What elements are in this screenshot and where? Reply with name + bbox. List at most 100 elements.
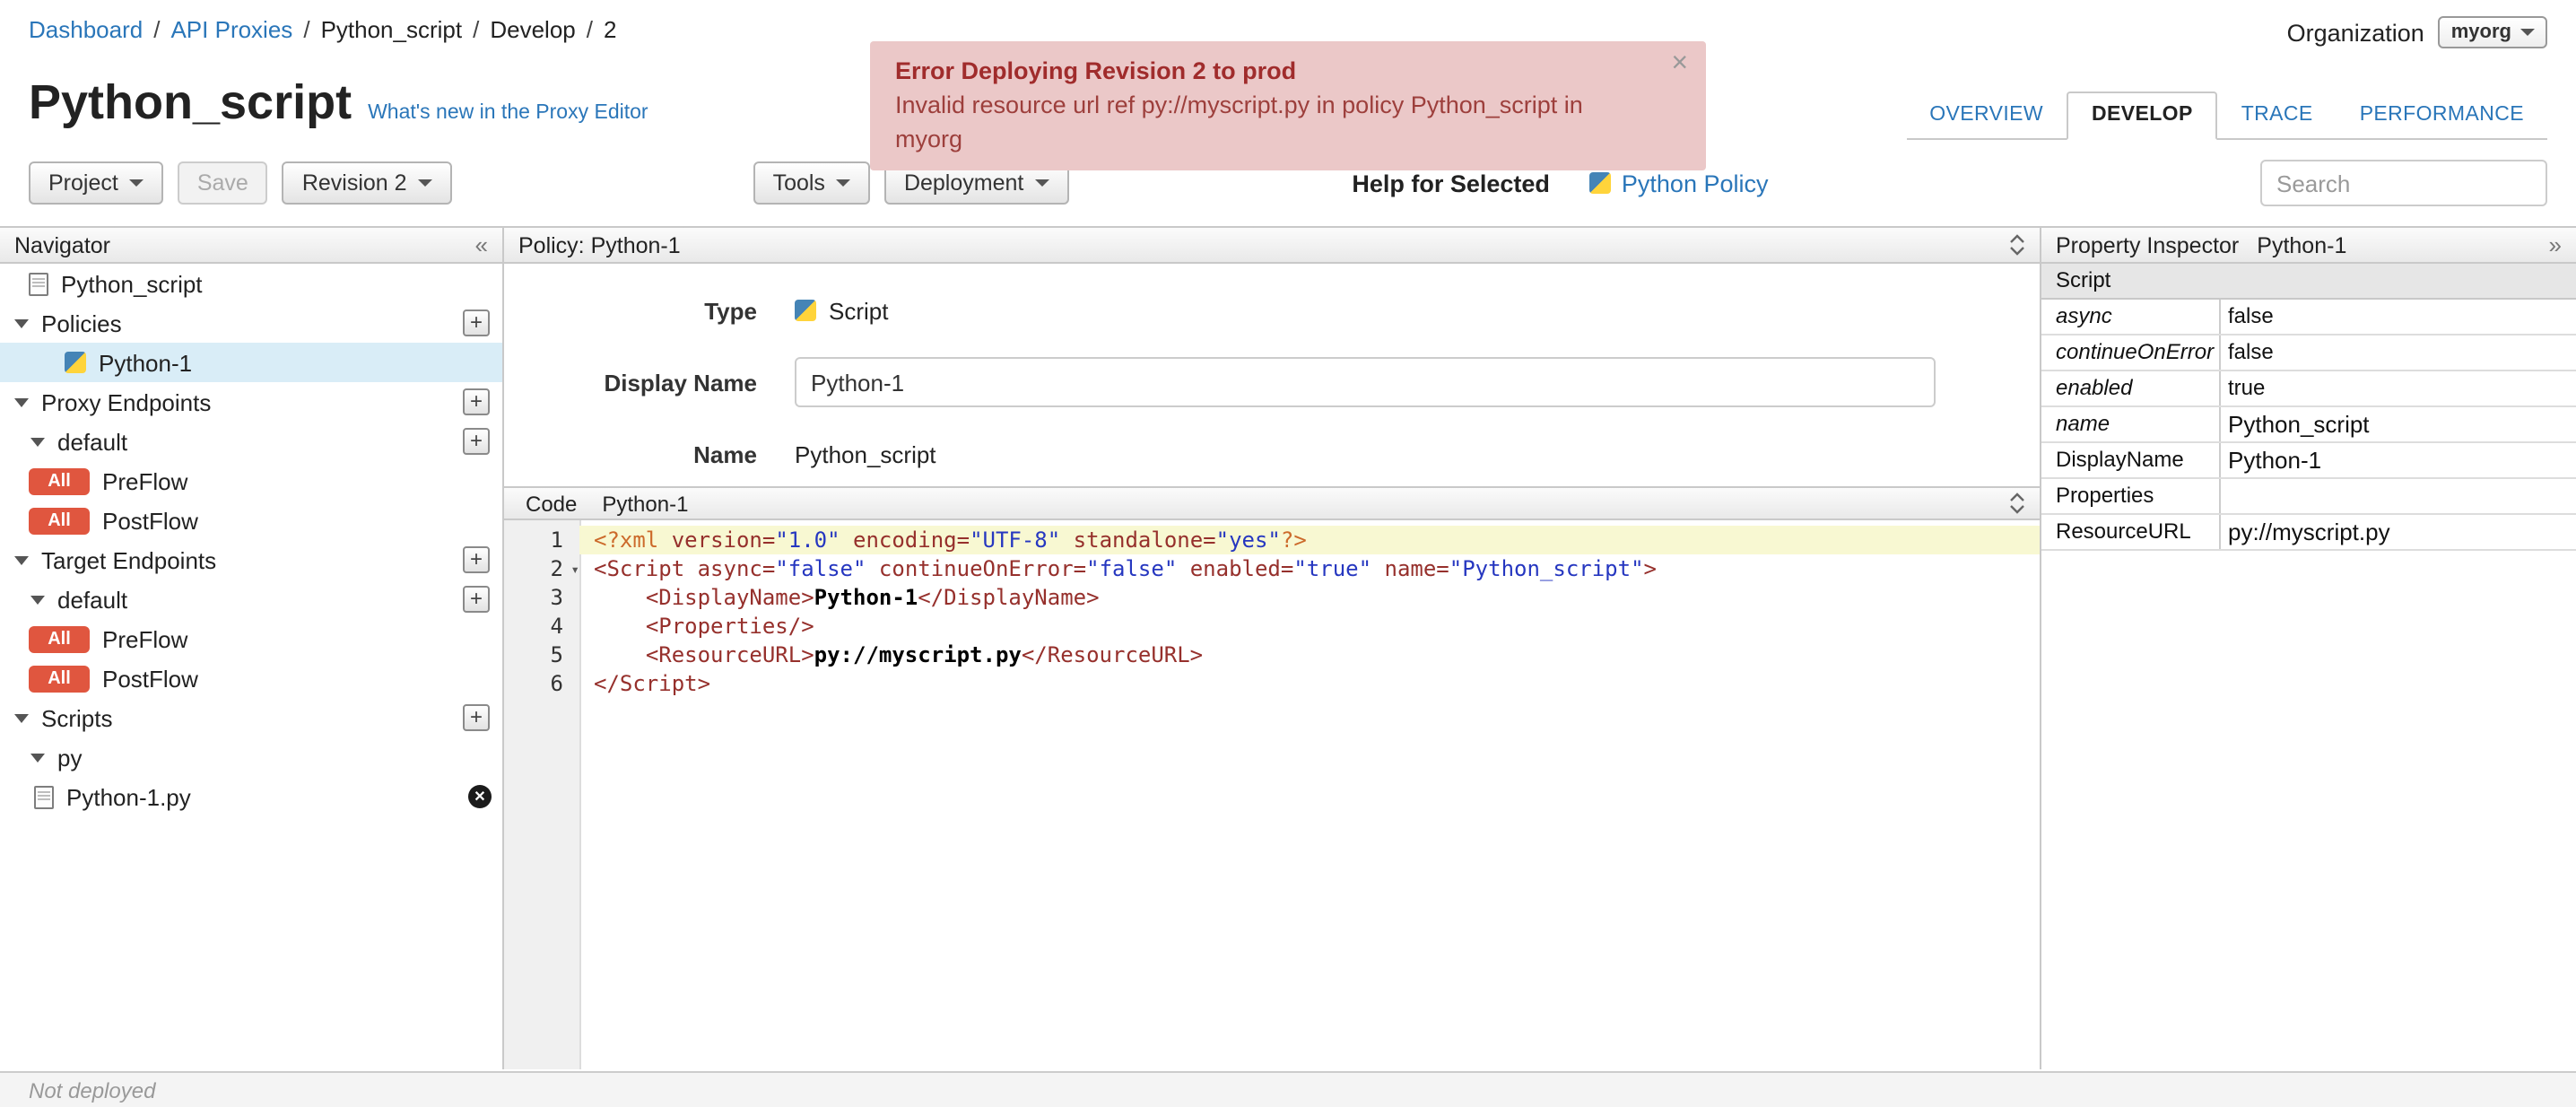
code-text: <Properties/> (645, 614, 814, 639)
property-value[interactable]: false (2221, 300, 2576, 334)
display-name-control (795, 357, 1936, 407)
collapse-left-icon[interactable]: « (475, 233, 488, 257)
property-name: async (2041, 300, 2221, 334)
tab-overview[interactable]: OVERVIEW (1906, 93, 2067, 138)
all-badge: All (29, 507, 90, 534)
tab-trace[interactable]: TRACE (2218, 93, 2337, 138)
code-line[interactable]: 3 <DisplayName>Python-1</DisplayName> (504, 583, 2040, 612)
status-bar: Not deployed (0, 1071, 2576, 1107)
code-line[interactable]: 1 <?xml version="1.0" encoding="UTF-8" st… (504, 526, 2040, 554)
deployment-label: Deployment (903, 170, 1024, 196)
add-policy-button[interactable]: + (463, 309, 490, 336)
code-line[interactable]: 5 <ResourceURL>py://myscript.py</Resourc… (504, 641, 2040, 669)
tree-item-target-default[interactable]: default + (0, 580, 502, 619)
tree-item-proxy-root[interactable]: Python_script (0, 264, 502, 303)
inspector-row-async: async false (2041, 300, 2576, 336)
breadcrumb-proxy-name: Python_script (320, 16, 463, 43)
fold-icon[interactable]: ▾ (570, 556, 579, 585)
organization-area: Organization myorg (2287, 16, 2547, 48)
code-header-label: Code (526, 491, 578, 516)
breadcrumb-api-proxies[interactable]: API Proxies (170, 16, 292, 43)
property-inspector-header: Property Inspector Python-1 » (2041, 226, 2576, 264)
delete-script-icon[interactable] (468, 785, 492, 808)
breadcrumb-dashboard[interactable]: Dashboard (29, 16, 143, 43)
add-script-button[interactable]: + (463, 704, 490, 731)
chevron-down-icon[interactable] (30, 437, 45, 446)
policy-editor-header: Policy: Python-1 (504, 226, 2040, 264)
tree-item-proxy-postflow[interactable]: All PostFlow (0, 501, 502, 540)
save-button[interactable]: Save (177, 161, 268, 205)
page-title: Python_script (29, 75, 352, 129)
code-line[interactable]: 2 ▾ <Script async="false" continueOnError=… (504, 554, 2040, 583)
python-policy-icon (65, 352, 86, 373)
search-input[interactable] (2260, 160, 2547, 206)
tree-group-py[interactable]: py (0, 737, 502, 777)
tree-item-policy-python-1[interactable]: Python-1 (0, 343, 502, 382)
close-icon[interactable]: × (1671, 49, 1688, 79)
code-editor[interactable]: 1 <?xml version="1.0" encoding="UTF-8" st… (504, 520, 2040, 1069)
all-badge: All (29, 467, 90, 494)
add-flow-button[interactable]: + (463, 428, 490, 455)
project-menu-button[interactable]: Project (29, 161, 163, 205)
chevron-down-icon[interactable] (14, 397, 29, 406)
tools-label: Tools (772, 170, 825, 196)
tree-item-target-preflow[interactable]: All PreFlow (0, 619, 502, 658)
expand-collapse-icon[interactable] (2009, 492, 2025, 515)
tree-item-label: PostFlow (102, 507, 198, 534)
property-value[interactable]: py://myscript.py (2221, 515, 2576, 549)
add-target-endpoint-button[interactable]: + (463, 546, 490, 573)
tree-section-target-endpoints[interactable]: Target Endpoints + (0, 540, 502, 580)
chevron-down-icon[interactable] (14, 555, 29, 564)
navigator-title: Navigator (14, 232, 110, 257)
type-label: Type (704, 297, 757, 324)
property-value[interactable] (2221, 479, 2576, 513)
tree-section-proxy-endpoints[interactable]: Proxy Endpoints + (0, 382, 502, 422)
collapse-right-icon[interactable]: » (2549, 233, 2562, 257)
tree-item-label: PreFlow (102, 467, 188, 494)
tab-performance[interactable]: PERFORMANCE (2337, 93, 2547, 138)
inspector-row-displayname: DisplayName Python-1 (2041, 443, 2576, 479)
python-policy-help-link[interactable]: Python Policy (1588, 170, 1769, 196)
chevron-down-icon[interactable] (14, 713, 29, 722)
expand-collapse-icon[interactable] (2009, 233, 2025, 257)
chevron-down-icon[interactable] (14, 318, 29, 327)
tree-item-target-postflow[interactable]: All PostFlow (0, 658, 502, 698)
title-group: Python_script What's new in the Proxy Ed… (29, 75, 648, 140)
code-lines: 1 <?xml version="1.0" encoding="UTF-8" st… (504, 520, 2040, 698)
chevron-down-icon[interactable] (30, 595, 45, 604)
code-line[interactable]: 4 <Properties/> (504, 612, 2040, 641)
inspector-section-header: Script (2041, 264, 2576, 300)
add-proxy-endpoint-button[interactable]: + (463, 388, 490, 415)
app-window: Dashboard / API Proxies / Python_script … (0, 0, 2576, 1107)
deployment-status-text: Not deployed (29, 1077, 156, 1103)
revision-menu-button[interactable]: Revision 2 (282, 161, 452, 205)
tree-item-proxy-preflow[interactable]: All PreFlow (0, 461, 502, 501)
breadcrumb-separator: / (303, 16, 310, 43)
code-line[interactable]: 6 </Script> (504, 669, 2040, 698)
breadcrumb-separator: / (153, 16, 161, 43)
display-name-input[interactable] (795, 357, 1936, 407)
add-flow-button[interactable]: + (463, 586, 490, 613)
property-value[interactable]: Python-1 (2221, 443, 2576, 477)
tree-section-scripts[interactable]: Scripts + (0, 698, 502, 737)
chevron-down-icon[interactable] (30, 753, 45, 762)
line-number: 4 (550, 614, 563, 639)
tree-item-label: default (57, 428, 128, 455)
main-area: Navigator « Python_script Policies + Pyt… (0, 226, 2576, 1069)
file-icon (29, 272, 48, 295)
tree-section-policies[interactable]: Policies + (0, 303, 502, 343)
property-value[interactable]: true (2221, 371, 2576, 405)
organization-dropdown[interactable]: myorg (2438, 16, 2547, 48)
tools-menu-button[interactable]: Tools (753, 161, 870, 205)
property-value[interactable]: false (2221, 336, 2576, 370)
organization-value: myorg (2450, 22, 2511, 43)
revision-label: Revision 2 (301, 170, 407, 196)
tree-item-proxy-default[interactable]: default + (0, 422, 502, 461)
caret-down-icon (2520, 29, 2535, 36)
property-name: ResourceURL (2041, 515, 2221, 549)
tab-develop[interactable]: DEVELOP (2067, 92, 2218, 140)
tree-item-script-file[interactable]: Python-1.py (0, 777, 502, 816)
file-icon (34, 785, 54, 808)
property-value[interactable]: Python_script (2221, 407, 2576, 441)
whats-new-link[interactable]: What's new in the Proxy Editor (368, 102, 648, 124)
